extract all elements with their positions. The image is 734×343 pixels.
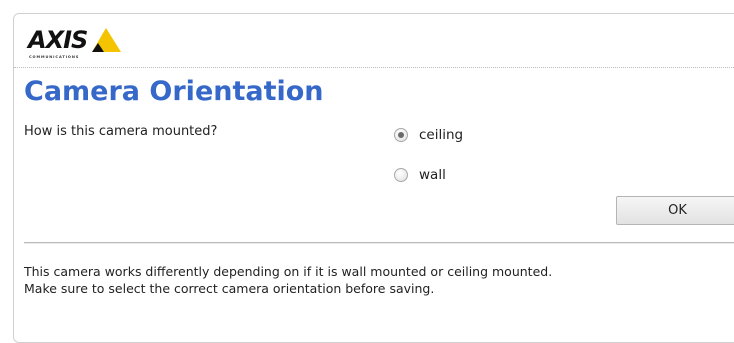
radio-ceiling[interactable] <box>394 128 408 142</box>
logo-triangle-icon <box>92 28 121 52</box>
header-divider <box>14 67 734 68</box>
radio-option-wall[interactable]: wall <box>394 167 446 183</box>
ok-button[interactable]: OK <box>616 196 734 225</box>
info-text: This camera works differently depending … <box>24 263 732 297</box>
radio-wall[interactable] <box>394 168 408 182</box>
radio-wall-label[interactable]: wall <box>419 167 446 183</box>
info-line-2: Make sure to select the correct camera o… <box>24 281 435 296</box>
info-line-1: This camera works differently depending … <box>24 264 553 279</box>
radio-ceiling-label[interactable]: ceiling <box>419 127 463 143</box>
axis-logo: AXIS COMMUNICATIONS <box>28 27 128 63</box>
mount-question-label: How is this camera mounted? <box>24 124 218 139</box>
section-divider <box>24 242 734 243</box>
logo-wordmark: AXIS <box>28 26 88 54</box>
page-title: Camera Orientation <box>24 76 324 107</box>
radio-option-ceiling[interactable]: ceiling <box>394 127 463 143</box>
logo-subtitle: COMMUNICATIONS <box>29 55 80 59</box>
